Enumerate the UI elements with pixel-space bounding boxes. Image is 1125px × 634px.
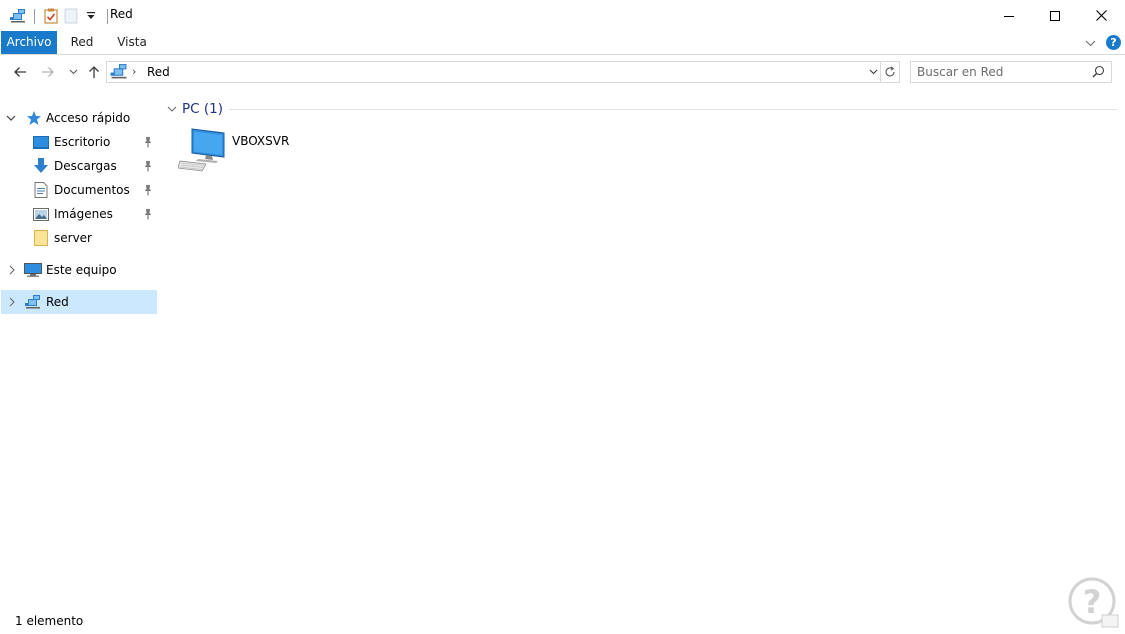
folder-icon	[32, 229, 50, 247]
computer-icon	[177, 127, 226, 176]
minimize-button[interactable]	[986, 0, 1032, 31]
collapsed-chevron-icon[interactable]	[6, 290, 18, 314]
watermark-logo: ?	[1066, 575, 1120, 631]
close-icon	[1095, 10, 1107, 21]
maximize-icon	[1050, 10, 1060, 21]
svg-text:?: ?	[1083, 583, 1102, 621]
chevron-down-icon	[1085, 40, 1096, 46]
ribbon-right-controls: ?	[1085, 35, 1121, 50]
title-bar: Red	[0, 0, 1125, 31]
arrow-right-icon	[42, 67, 54, 77]
item-name: VBOXSVR	[232, 134, 290, 148]
sidebar-item-label: server	[54, 231, 92, 245]
sidebar-item-label: Acceso rápido	[46, 111, 131, 125]
pin-icon[interactable]	[143, 136, 153, 151]
recent-locations-button[interactable]	[63, 62, 83, 82]
sidebar-item-label: Este equipo	[46, 263, 117, 277]
search-input[interactable]	[917, 64, 1087, 80]
quick-access-toolbar	[8, 6, 114, 26]
minimize-icon	[1004, 15, 1014, 17]
toolbar-separator	[107, 8, 108, 24]
group-title: PC (1)	[182, 101, 223, 117]
star-icon	[25, 109, 43, 127]
toolbar-separator	[34, 8, 35, 24]
help-button[interactable]: ?	[1106, 35, 1121, 50]
breadcrumb-separator[interactable]: ›	[132, 65, 136, 78]
sidebar-item-label: Red	[46, 295, 69, 309]
sidebar-item-label: Documentos	[54, 183, 130, 197]
downloads-icon	[32, 157, 50, 175]
up-button[interactable]	[84, 62, 104, 82]
maximize-button[interactable]	[1032, 0, 1078, 31]
tab-vista[interactable]: Vista	[111, 31, 153, 54]
sidebar-item-label: Escritorio	[54, 135, 111, 149]
sidebar-item-label: Imágenes	[54, 207, 113, 221]
sidebar-item-escritorio[interactable]: Escritorio	[1, 130, 157, 154]
documents-icon	[32, 181, 50, 199]
window-title: Red	[110, 7, 133, 21]
group-collapse-chevron-icon[interactable]	[165, 106, 179, 113]
tab-red[interactable]: Red	[61, 31, 103, 54]
address-bar[interactable]: › Red	[106, 61, 881, 83]
group-divider	[229, 109, 1117, 110]
properties-icon[interactable]	[41, 6, 61, 26]
sidebar-item-red[interactable]: Red	[1, 290, 157, 314]
pictures-icon	[32, 205, 50, 223]
sidebar-item-server[interactable]: server	[1, 226, 157, 250]
sidebar-item-este-equipo[interactable]: Este equipo	[1, 258, 157, 282]
sidebar-item-documentos[interactable]: Documentos	[1, 178, 157, 202]
chevron-down-icon	[69, 69, 77, 75]
refresh-button[interactable]	[881, 61, 900, 83]
sidebar-item-imagenes[interactable]: Imágenes	[1, 202, 157, 226]
network-icon	[109, 63, 129, 83]
network-icon	[24, 293, 42, 311]
list-item[interactable]: VBOXSVR	[177, 127, 298, 176]
status-bar-text: 1 elemento	[15, 614, 84, 628]
pin-icon[interactable]	[143, 160, 153, 175]
sidebar-item-quick-access[interactable]: Acceso rápido	[1, 106, 157, 130]
sidebar-item-descargas[interactable]: Descargas	[1, 154, 157, 178]
address-dropdown-button[interactable]	[865, 62, 881, 82]
expanded-chevron-icon[interactable]	[5, 106, 17, 130]
expand-ribbon-button[interactable]	[1085, 36, 1096, 50]
pin-icon[interactable]	[143, 208, 153, 223]
navigation-pane: Acceso rápido Escritorio Descargas Docum…	[0, 104, 158, 324]
close-button[interactable]	[1078, 0, 1124, 31]
network-icon[interactable]	[8, 6, 28, 26]
tab-archivo[interactable]: Archivo	[1, 31, 57, 54]
desktop-icon	[32, 133, 50, 151]
arrow-up-icon	[89, 66, 99, 78]
pin-icon[interactable]	[143, 184, 153, 199]
search-icon[interactable]	[1092, 65, 1105, 81]
search-box[interactable]	[910, 61, 1112, 83]
breadcrumb[interactable]: Red	[147, 65, 170, 79]
computer-icon	[24, 261, 42, 279]
group-header[interactable]: PC (1)	[165, 100, 223, 118]
ribbon-tabs: Archivo Red Vista ?	[0, 31, 1125, 55]
new-folder-icon[interactable]	[61, 6, 81, 26]
sidebar-item-label: Descargas	[54, 159, 117, 173]
chevron-down-icon	[869, 69, 877, 75]
refresh-icon	[885, 66, 895, 77]
back-button[interactable]	[10, 62, 30, 82]
forward-button[interactable]	[38, 62, 58, 82]
customize-toolbar-chevron-icon[interactable]	[81, 6, 101, 26]
collapsed-chevron-icon[interactable]	[6, 258, 18, 282]
arrow-left-icon	[14, 67, 26, 77]
